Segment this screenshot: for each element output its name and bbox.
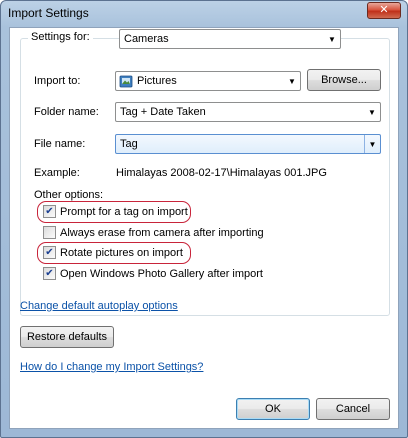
chevron-down-icon: ▼ xyxy=(328,34,336,44)
other-options-label: Other options: xyxy=(34,189,104,201)
close-button[interactable]: ✕ xyxy=(367,2,401,19)
import-to-dropdown[interactable]: Pictures ▼ xyxy=(115,71,301,91)
open-gallery-option[interactable]: ✔ Open Windows Photo Gallery after impor… xyxy=(43,267,263,280)
settings-for-legend: Settings for: xyxy=(28,31,93,43)
checkbox-unchecked-icon[interactable] xyxy=(43,226,56,239)
title-bar[interactable]: Import Settings ✕ xyxy=(1,1,407,25)
settings-for-label: Settings for: xyxy=(31,31,90,43)
rotate-label: Rotate pictures on import xyxy=(60,246,183,259)
change-autoplay-link[interactable]: Change default autoplay options xyxy=(20,300,178,312)
file-name-dropdown[interactable]: Tag ▼ xyxy=(115,134,381,154)
restore-defaults-button[interactable]: Restore defaults xyxy=(20,326,114,348)
chevron-down-icon: ▼ xyxy=(368,107,376,117)
folder-name-value: Tag + Date Taken xyxy=(120,106,206,118)
prompt-tag-option[interactable]: ✔ Prompt for a tag on import xyxy=(43,205,188,218)
browse-button[interactable]: Browse... xyxy=(307,69,381,91)
settings-for-value: Cameras xyxy=(124,33,169,45)
import-to-value: Pictures xyxy=(137,75,177,87)
example-label: Example: xyxy=(34,167,80,179)
chevron-down-icon: ▼ xyxy=(288,76,296,86)
folder-name-dropdown[interactable]: Tag + Date Taken ▼ xyxy=(115,102,381,122)
cancel-button[interactable]: Cancel xyxy=(316,398,390,420)
checkbox-checked-icon[interactable]: ✔ xyxy=(43,267,56,280)
example-value: Himalayas 2008-02-17\Himalayas 001.JPG xyxy=(116,167,327,179)
folder-name-label: Folder name: xyxy=(34,106,99,118)
ok-button[interactable]: OK xyxy=(236,398,310,420)
rotate-option[interactable]: ✔ Rotate pictures on import xyxy=(43,246,183,259)
dialog-body: Settings for: Cameras ▼ Import to: Pictu… xyxy=(9,27,399,429)
checkbox-checked-icon[interactable]: ✔ xyxy=(43,246,56,259)
pictures-folder-icon xyxy=(119,74,133,88)
open-gallery-label: Open Windows Photo Gallery after import xyxy=(60,267,263,280)
chevron-down-icon: ▼ xyxy=(364,135,380,153)
file-name-value: Tag xyxy=(120,138,138,150)
import-settings-window: Import Settings ✕ Settings for: Cameras … xyxy=(0,0,408,438)
prompt-tag-label: Prompt for a tag on import xyxy=(60,205,188,218)
help-link[interactable]: How do I change my Import Settings? xyxy=(20,361,203,373)
file-name-label: File name: xyxy=(34,138,86,150)
settings-group: Settings for: Cameras ▼ Import to: Pictu… xyxy=(20,29,390,316)
erase-camera-label: Always erase from camera after importing xyxy=(60,226,264,239)
erase-camera-option[interactable]: Always erase from camera after importing xyxy=(43,226,264,239)
window-title: Import Settings xyxy=(8,6,89,20)
import-to-label: Import to: xyxy=(34,75,81,87)
settings-for-dropdown[interactable]: Cameras ▼ xyxy=(119,29,341,49)
checkbox-checked-icon[interactable]: ✔ xyxy=(43,205,56,218)
